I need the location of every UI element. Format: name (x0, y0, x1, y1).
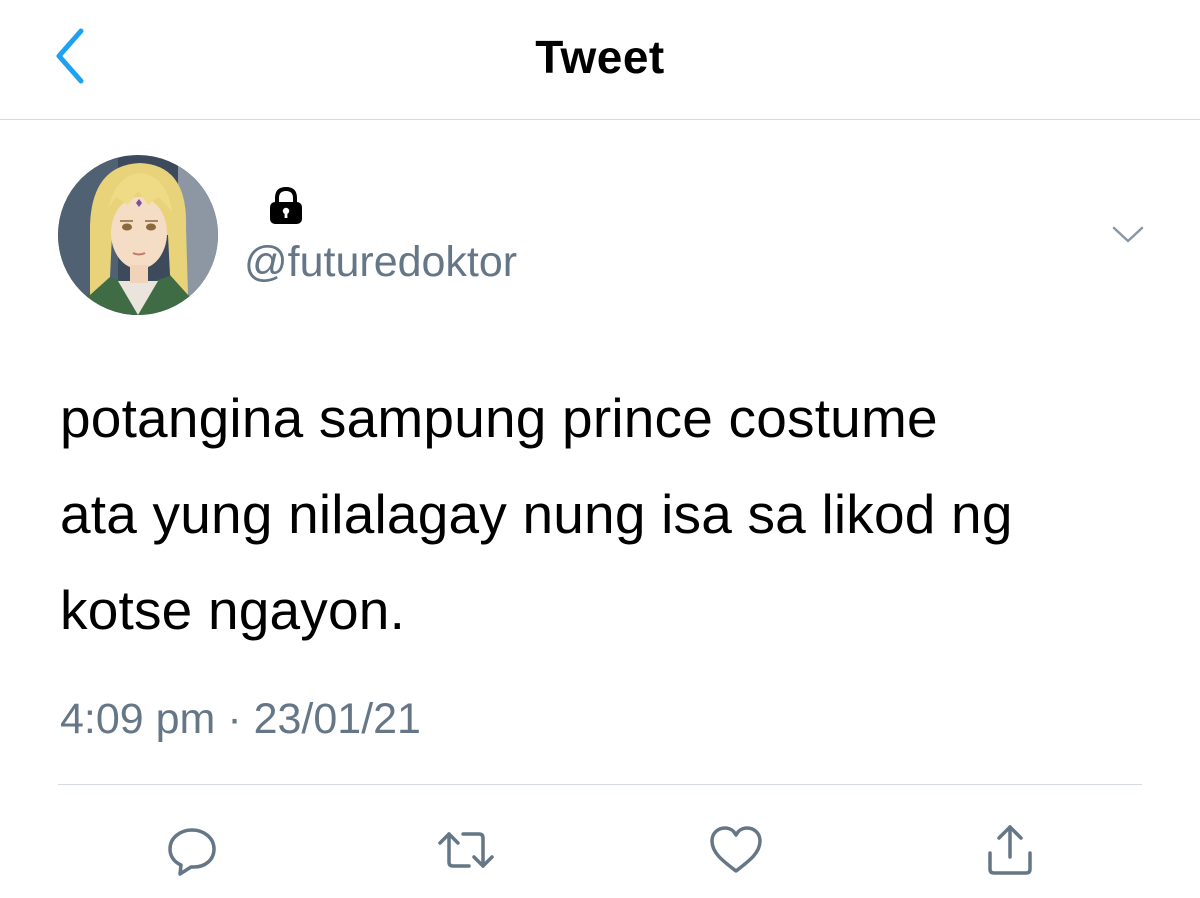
user-avatar (58, 155, 218, 315)
share-icon (988, 825, 1032, 875)
nav-bar: Tweet (0, 0, 1200, 120)
tweet-timestamp[interactable]: 4:09 pm · 23/01/21 (60, 695, 421, 744)
tweet-text-line: potangina sampung prince costume (60, 387, 938, 449)
user-handle[interactable]: @futuredoktor (244, 238, 517, 287)
divider (58, 784, 1142, 785)
heart-icon (710, 826, 762, 873)
share-button[interactable] (978, 818, 1042, 882)
lock-icon (270, 186, 302, 224)
tweet-text-line: ata yung nilalagay nung isa sa likod ng (60, 483, 1013, 545)
more-options-button[interactable] (1104, 218, 1152, 252)
comment-icon (168, 828, 216, 876)
protected-account-badge (264, 184, 308, 228)
retweet-icon (438, 832, 494, 868)
chevron-down-icon (1112, 226, 1144, 243)
like-button[interactable] (704, 818, 768, 882)
page-title: Tweet (535, 31, 665, 83)
tweet-text-line: kotse ngayon. (60, 579, 406, 641)
tweet-text: potangina sampung prince costume ata yun… (60, 370, 1160, 658)
avatar[interactable] (58, 155, 218, 315)
reply-button[interactable] (160, 818, 224, 882)
tweet-detail-screen: Tweet @futuredoktor potangina sampung pr… (0, 0, 1200, 898)
retweet-button[interactable] (434, 818, 498, 882)
